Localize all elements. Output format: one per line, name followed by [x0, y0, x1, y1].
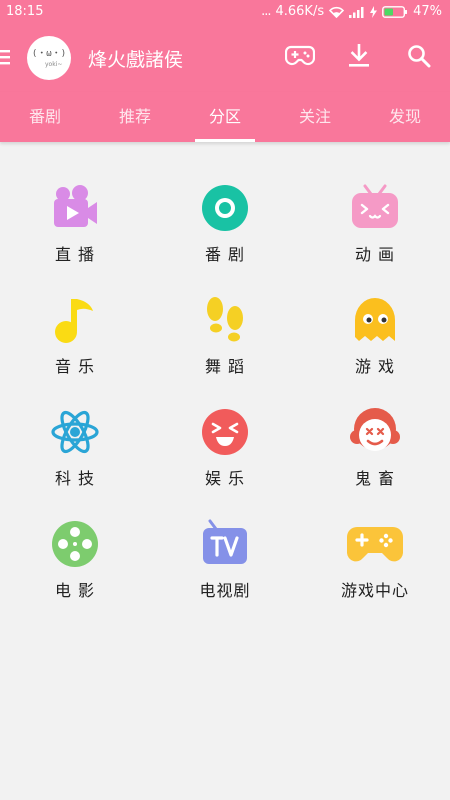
gamepad-icon — [284, 45, 316, 71]
game-button[interactable] — [283, 41, 317, 75]
category-live[interactable]: 直 播 — [0, 183, 150, 295]
entertainment-laugh-icon — [202, 409, 248, 455]
category-label: 鬼 畜 — [354, 469, 396, 488]
status-bar: 18:15 ... 4.66K/s 47% — [0, 0, 450, 24]
category-tv-series[interactable]: 电视剧 — [150, 519, 300, 631]
status-indicators: ... 4.66K/s 47% — [261, 4, 442, 19]
category-label: 科 技 — [54, 469, 96, 488]
tab-following[interactable]: 关注 — [270, 92, 360, 142]
category-label: 游 戏 — [354, 357, 396, 376]
category-animation[interactable]: 动 画 — [300, 183, 450, 295]
tech-atom-icon — [51, 410, 99, 454]
app-toolbar: (・ω・) yoki~ 烽火戲諸侯 — [0, 24, 450, 92]
category-label: 游戏中心 — [340, 581, 409, 600]
category-dance[interactable]: 舞 蹈 — [150, 295, 300, 407]
category-tech[interactable]: 科 技 — [0, 407, 150, 519]
category-label: 直 播 — [54, 245, 96, 264]
category-label: 娱 乐 — [204, 469, 246, 488]
user-name: 烽火戲諸侯 — [88, 49, 184, 71]
category-label: 舞 蹈 — [204, 357, 246, 376]
tab-indicator — [195, 139, 255, 142]
tv-series-icon — [203, 519, 247, 564]
battery-percent: 47% — [413, 4, 442, 19]
charging-icon — [370, 5, 378, 18]
kichiku-clown-icon — [350, 408, 400, 451]
avatar-subtext: yoki~ — [45, 61, 63, 68]
status-time: 18:15 — [6, 4, 44, 19]
network-speed: 4.66K/s — [275, 4, 325, 19]
category-label: 电 影 — [54, 581, 96, 600]
download-icon — [348, 43, 370, 72]
animation-tv-face-icon — [352, 184, 398, 228]
category-games[interactable]: 游 戏 — [300, 295, 450, 407]
download-button[interactable] — [342, 41, 376, 75]
category-entertainment[interactable]: 娱 乐 — [150, 407, 300, 519]
status-dots: ... — [261, 4, 271, 19]
tab-bar: 番剧 推荐 分区 关注 发现 — [0, 92, 450, 142]
category-label: 动 画 — [354, 245, 396, 264]
category-label: 音 乐 — [54, 357, 96, 376]
bangumi-disc-icon — [202, 185, 248, 231]
search-button[interactable] — [402, 41, 436, 75]
live-camera-icon — [54, 185, 97, 227]
tab-discover[interactable]: 发现 — [360, 92, 450, 142]
tab-categories[interactable]: 分区 — [180, 92, 270, 142]
tab-recommend[interactable]: 推荐 — [90, 92, 180, 142]
category-bangumi[interactable]: 番 剧 — [150, 183, 300, 295]
menu-icon[interactable] — [0, 48, 14, 66]
movie-reel-icon — [52, 521, 98, 567]
game-center-controller-icon — [347, 527, 403, 562]
category-label: 番 剧 — [204, 245, 246, 264]
avatar-face: (・ω・) — [31, 49, 67, 59]
wifi-icon — [329, 6, 345, 18]
music-note-icon — [55, 299, 93, 343]
category-movies[interactable]: 电 影 — [0, 519, 150, 631]
dance-footprints-icon — [207, 297, 243, 342]
category-game-center[interactable]: 游戏中心 — [300, 519, 450, 631]
avatar[interactable]: (・ω・) yoki~ — [27, 36, 71, 80]
battery-icon — [382, 5, 408, 18]
signal-icon — [349, 6, 365, 18]
category-music[interactable]: 音 乐 — [0, 295, 150, 407]
category-label: 电视剧 — [199, 581, 251, 600]
category-kichiku[interactable]: 鬼 畜 — [300, 407, 450, 519]
search-icon — [407, 44, 431, 72]
tab-bangumi[interactable]: 番剧 — [0, 92, 90, 142]
game-ghost-icon — [355, 298, 395, 341]
